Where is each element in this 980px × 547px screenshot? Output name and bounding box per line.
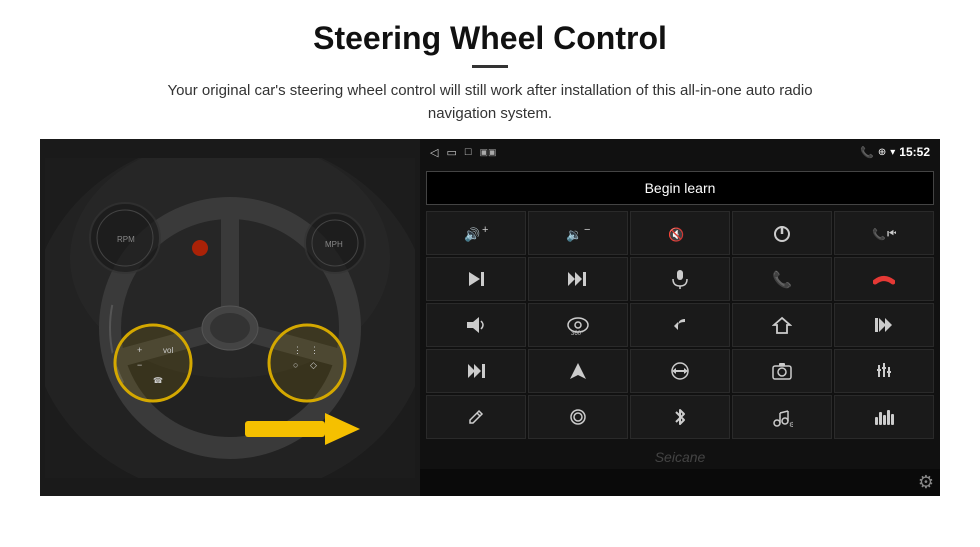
svg-text:+: + — [137, 345, 142, 355]
svg-text:🔇: 🔇 — [668, 227, 684, 242]
page-title: Steering Wheel Control — [40, 20, 940, 57]
360-view-button[interactable]: 360° — [528, 303, 628, 347]
vol-down-button[interactable]: 🔉− — [528, 211, 628, 255]
svg-text:+: + — [482, 224, 488, 236]
title-divider — [472, 65, 508, 68]
power-button[interactable] — [732, 211, 832, 255]
svg-text:📞: 📞 — [872, 227, 886, 241]
camera-button[interactable] — [732, 349, 832, 393]
location-icon: ⊕ — [878, 147, 886, 158]
hangup-button[interactable] — [834, 257, 934, 301]
watermark: Seicane — [420, 445, 940, 469]
status-left: ◁ ▭ □ ▣▣ — [430, 146, 497, 159]
music-button[interactable]: ⚙ — [732, 395, 832, 439]
svg-text:⏮: ⏮ — [887, 226, 896, 241]
spectrum-button[interactable] — [834, 395, 934, 439]
home-nav-icon[interactable]: ▭ — [446, 146, 456, 159]
svg-text:360°: 360° — [571, 331, 584, 336]
horn-button[interactable] — [426, 303, 526, 347]
wifi-icon: ▾ — [890, 147, 895, 158]
home-button[interactable] — [732, 303, 832, 347]
next-track-button[interactable] — [426, 257, 526, 301]
time-display: 15:52 — [899, 145, 930, 159]
vol-up-button[interactable]: 🔊+ — [426, 211, 526, 255]
svg-text:📞: 📞 — [772, 269, 792, 289]
tablet-ui: ◁ ▭ □ ▣▣ 📞 ⊕ ▾ 15:52 Begin learn — [420, 139, 940, 496]
controls-grid: 🔊+ 🔉− 🔇 📞 ⏮ — [426, 211, 934, 439]
fast-back-button[interactable] — [834, 303, 934, 347]
svg-text:−: − — [584, 224, 590, 236]
steering-wheel-svg: + vol − ☎ ⋮ ⋮ ○ ◇ RPM — [45, 158, 415, 478]
edit-button[interactable] — [426, 395, 526, 439]
mute-button[interactable]: 🔇 — [630, 211, 730, 255]
title-section: Steering Wheel Control Your original car… — [40, 20, 940, 125]
tablet-content: Begin learn 🔊+ 🔉− 🔇 — [420, 165, 940, 445]
eq-button[interactable] — [834, 349, 934, 393]
svg-text:☎: ☎ — [153, 376, 163, 385]
status-right: 📞 ⊕ ▾ 15:52 — [860, 145, 930, 159]
nav-button[interactable] — [528, 349, 628, 393]
begin-learn-row: Begin learn — [426, 171, 934, 205]
settings-bar: ⚙ — [420, 469, 940, 496]
prev-phone-button[interactable]: 📞 ⏮ — [834, 211, 934, 255]
svg-text:🔊: 🔊 — [464, 226, 480, 243]
call-button[interactable]: 📞 — [732, 257, 832, 301]
recents-nav-icon[interactable]: □ — [465, 146, 472, 158]
svg-text:🔉: 🔉 — [566, 227, 582, 243]
settings-icon[interactable]: ⚙ — [918, 472, 934, 493]
back-nav-icon[interactable]: ◁ — [430, 146, 438, 159]
switch-button[interactable] — [630, 349, 730, 393]
svg-text:vol: vol — [163, 346, 173, 355]
begin-learn-button[interactable]: Begin learn — [426, 171, 934, 205]
svg-text:⋮: ⋮ — [293, 345, 302, 355]
skip-fwd-button[interactable] — [528, 257, 628, 301]
svg-text:RPM: RPM — [117, 235, 135, 244]
fast-fwd-button[interactable] — [426, 349, 526, 393]
mic-button[interactable] — [630, 257, 730, 301]
status-bar: ◁ ▭ □ ▣▣ 📞 ⊕ ▾ 15:52 — [420, 139, 940, 165]
svg-text:⋮: ⋮ — [310, 345, 319, 355]
svg-text:○: ○ — [293, 360, 298, 370]
bluetooth-button[interactable] — [630, 395, 730, 439]
svg-text:−: − — [137, 360, 142, 370]
back-button[interactable] — [630, 303, 730, 347]
phone-status-icon: 📞 — [860, 146, 874, 159]
record-button[interactable] — [528, 395, 628, 439]
page-container: Steering Wheel Control Your original car… — [0, 0, 980, 506]
subtitle-text: Your original car's steering wheel contr… — [150, 80, 830, 125]
svg-text:⚙: ⚙ — [789, 421, 793, 427]
watermark-text: Seicane — [655, 449, 706, 465]
svg-text:◇: ◇ — [310, 360, 317, 370]
signal-icon: ▣▣ — [480, 147, 497, 158]
content-row: + vol − ☎ ⋮ ⋮ ○ ◇ RPM — [40, 139, 940, 496]
steering-wheel-image: + vol − ☎ ⋮ ⋮ ○ ◇ RPM — [40, 139, 420, 496]
svg-text:MPH: MPH — [325, 240, 343, 249]
